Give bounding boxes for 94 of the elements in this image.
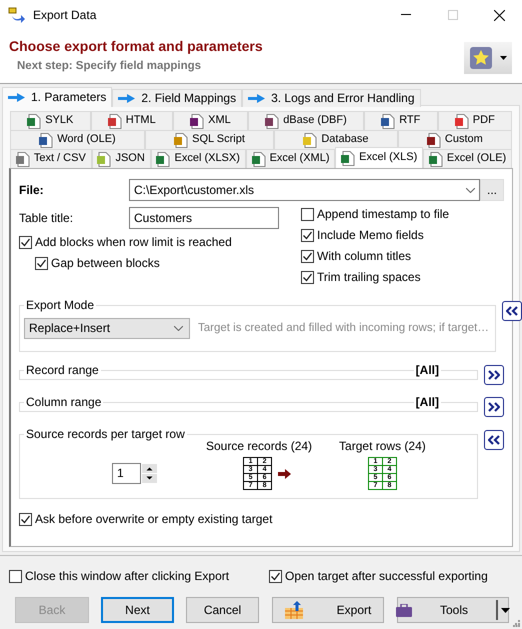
- file-icon: [190, 114, 204, 128]
- double-chevron-right-icon: [488, 370, 500, 380]
- close-icon[interactable]: [494, 10, 505, 20]
- step-tab[interactable]: 2. Field Mappings: [112, 89, 242, 107]
- export-mode-dropdown[interactable]: Replace+Insert: [24, 318, 190, 339]
- records-per-row-field[interactable]: 1: [112, 463, 141, 484]
- toolbox-icon: [396, 604, 412, 616]
- format-tab[interactable]: Excel (XML): [246, 149, 336, 168]
- format-tab[interactable]: dBase (DBF): [248, 111, 364, 130]
- table-title-label: Table title:: [19, 210, 74, 226]
- target-rows-label: Target rows (24): [339, 439, 426, 454]
- tools-button[interactable]: Tools: [397, 597, 509, 623]
- chevron-down-icon: [466, 188, 475, 192]
- double-chevron-right-icon: [488, 402, 500, 412]
- group-title: Source records per target row: [24, 427, 187, 442]
- file-icon: [381, 114, 396, 128]
- next-button[interactable]: Next: [101, 597, 174, 623]
- checkbox[interactable]: [19, 236, 32, 249]
- checkbox[interactable]: [19, 513, 32, 526]
- format-tab[interactable]: XML: [172, 111, 248, 130]
- collapse-button[interactable]: [484, 430, 504, 450]
- arrow-icon: [8, 93, 25, 102]
- checkbox[interactable]: [301, 250, 314, 263]
- checkbox[interactable]: [301, 271, 314, 284]
- source-records-label: Source records (24): [206, 439, 312, 454]
- file-icon: [454, 114, 469, 128]
- collapse-button[interactable]: [502, 301, 522, 321]
- favorites-button[interactable]: [464, 42, 512, 74]
- double-chevron-left-icon: [488, 435, 500, 445]
- dropdown-arrow-icon[interactable]: [496, 600, 510, 620]
- range-value: [All]: [414, 363, 441, 377]
- cancel-button[interactable]: Cancel: [186, 597, 259, 623]
- format-tab[interactable]: Database: [274, 130, 398, 149]
- window-title: Export Data: [33, 8, 96, 22]
- file-icon: [265, 114, 280, 128]
- checkbox[interactable]: [35, 257, 48, 270]
- checkbox[interactable]: [269, 570, 282, 583]
- file-label: File:: [19, 182, 45, 198]
- file-icon: [39, 132, 54, 148]
- checkbox[interactable]: [9, 570, 22, 583]
- table-title-field[interactable]: Customers: [129, 207, 279, 229]
- format-tab[interactable]: Word (OLE): [10, 130, 145, 149]
- group-title: Column range: [24, 395, 104, 410]
- file-icon: [27, 114, 42, 128]
- format-tab[interactable]: Custom: [398, 130, 512, 149]
- format-tab[interactable]: JSON: [92, 149, 151, 168]
- checkbox[interactable]: [301, 208, 314, 221]
- file-icon: [426, 132, 441, 148]
- file-icon: [108, 114, 122, 128]
- format-tab[interactable]: Excel (OLE): [423, 149, 512, 168]
- format-tab[interactable]: SQL Script: [144, 130, 274, 149]
- format-tab[interactable]: PDF: [438, 111, 512, 130]
- option-label: Append timestamp to file: [317, 207, 450, 222]
- group-title: Record range: [24, 363, 101, 378]
- expand-button[interactable]: [484, 397, 504, 417]
- expand-button[interactable]: [484, 365, 504, 385]
- option-label: Add blocks when row limit is reached: [35, 235, 232, 250]
- format-tab[interactable]: RTF: [364, 111, 438, 130]
- option-label: With column titles: [317, 249, 412, 264]
- range-value: [All]: [414, 395, 441, 409]
- export-button[interactable]: Export: [272, 597, 384, 623]
- format-tab[interactable]: HTML: [90, 111, 173, 130]
- caret-icon: [500, 56, 506, 60]
- option-label: Trim trailing spaces: [317, 270, 421, 285]
- option-label: Include Memo fields: [317, 228, 424, 243]
- double-chevron-left-icon: [506, 306, 518, 316]
- app-icon: [8, 7, 26, 23]
- file-icon: [174, 132, 188, 148]
- option-label: Open target after successful exporting: [285, 569, 488, 584]
- page-title: Choose export format and parameters: [9, 38, 263, 55]
- file-path-field[interactable]: C:\Export\customer.xls: [129, 179, 480, 201]
- arrow-icon: [278, 468, 292, 479]
- chevron-down-icon: [174, 326, 183, 331]
- option-label: Close this window after clicking Export: [25, 569, 230, 584]
- arrow-icon: [118, 94, 136, 103]
- format-tab[interactable]: Excel (XLS): [335, 147, 424, 168]
- file-icon: [341, 150, 356, 166]
- step-tab[interactable]: 1. Parameters: [2, 87, 112, 107]
- minimize-icon[interactable]: [401, 14, 411, 16]
- browse-button[interactable]: ...: [480, 179, 504, 201]
- resize-grip-icon[interactable]: [513, 620, 520, 627]
- format-tab[interactable]: Excel (XLSX): [150, 149, 246, 168]
- checkbox[interactable]: [301, 229, 314, 242]
- step-tab[interactable]: 3. Logs and Error Handling: [242, 89, 421, 107]
- format-tab[interactable]: SYLK: [10, 111, 91, 130]
- group-title: Export Mode: [24, 298, 96, 312]
- option-label: Gap between blocks: [51, 256, 160, 271]
- format-tab[interactable]: Text / CSV: [10, 149, 92, 168]
- next-step-text: Next step: Specify field mappings: [17, 60, 202, 74]
- file-icon: [303, 132, 318, 148]
- table-upload-icon: [284, 601, 303, 619]
- export-mode-description: Target is created and filled with incoming rows; if target…: [198, 322, 489, 336]
- arrow-icon: [248, 94, 266, 103]
- option-label: Ask before overwrite or empty existing target: [35, 512, 272, 527]
